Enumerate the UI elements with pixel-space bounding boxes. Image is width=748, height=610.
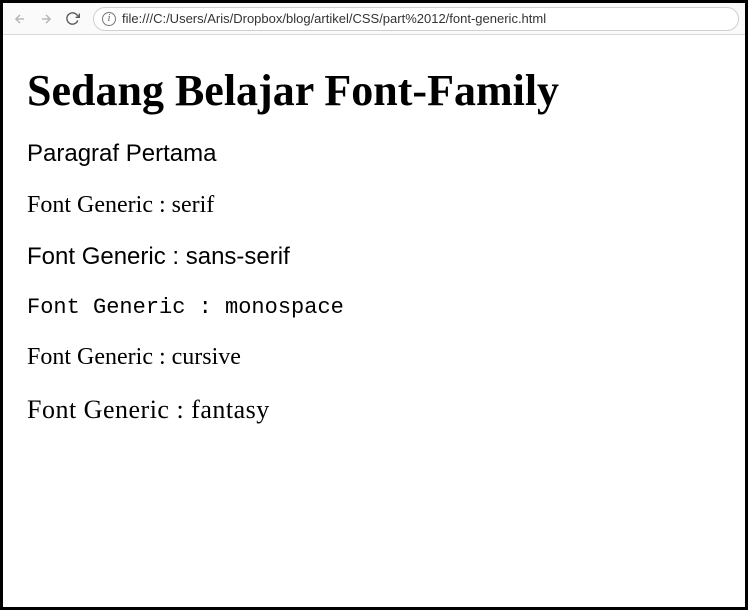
page-heading: Sedang Belajar Font-Family xyxy=(27,65,721,116)
forward-button[interactable] xyxy=(35,8,57,30)
paragraph-fantasy: Font Generic : fantasy xyxy=(27,395,721,425)
info-icon[interactable]: i xyxy=(102,12,116,26)
back-button[interactable] xyxy=(9,8,31,30)
address-bar[interactable]: i xyxy=(93,7,739,31)
url-input[interactable] xyxy=(122,11,730,26)
browser-toolbar: i xyxy=(3,3,745,35)
page-content: Sedang Belajar Font-Family Paragraf Pert… xyxy=(3,35,745,467)
reload-button[interactable] xyxy=(61,8,83,30)
paragraph-cursive: Font Generic : cursive xyxy=(27,344,721,371)
paragraph-sans-serif: Font Generic : sans-serif xyxy=(27,243,721,271)
paragraph-default: Paragraf Pertama xyxy=(27,140,721,168)
paragraph-monospace: Font Generic : monospace xyxy=(27,295,721,320)
paragraph-serif: Font Generic : serif xyxy=(27,192,721,219)
